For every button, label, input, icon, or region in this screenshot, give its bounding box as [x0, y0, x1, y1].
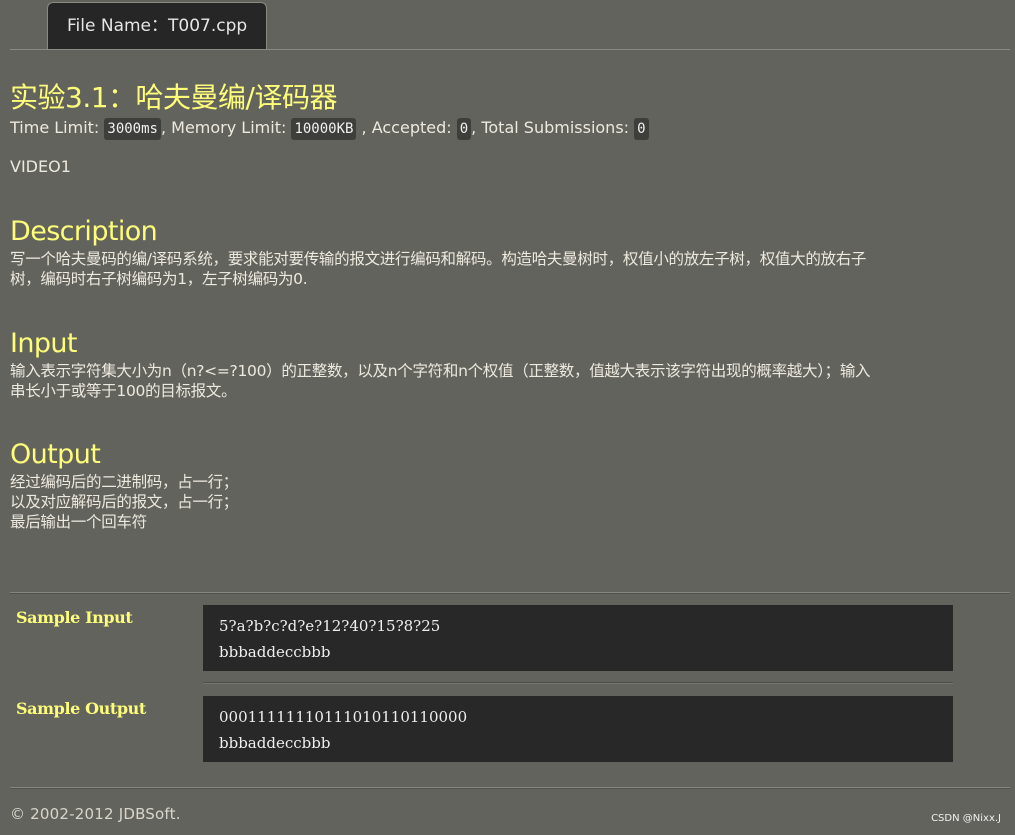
output-heading: Output: [10, 439, 101, 470]
output-line: 最后输出一个回车符: [10, 513, 147, 531]
total-submissions-value: 0: [634, 118, 649, 140]
accepted-value: 0: [456, 118, 472, 140]
sample-input-line: bbbaddeccbbb: [219, 643, 331, 661]
description-section: Description 写一个哈夫曼码的编/译码系统，要求能对要传输的报文进行编…: [10, 215, 1010, 289]
sample-separator: [203, 682, 953, 684]
description-text: 写一个哈夫曼码的编/译码系统，要求能对要传输的报文进行编码和解码。构造哈夫曼树时…: [10, 249, 1010, 289]
footer-divider: [10, 787, 1010, 789]
total-submissions-label: , Total Submissions:: [471, 118, 635, 137]
input-heading: Input: [10, 328, 78, 359]
output-section: Output 经过编码后的二进制码，占一行； 以及对应解码后的报文，占一行； 最…: [10, 438, 1010, 532]
sample-output-line: 00011111110111010110110000: [219, 708, 468, 726]
description-heading: Description: [10, 216, 158, 247]
description-line: 写一个哈夫曼码的编/译码系统，要求能对要传输的报文进行编码和解码。构造哈夫曼树时…: [10, 250, 867, 268]
samples-top-divider: [10, 592, 1010, 594]
input-line: 串长小于或等于100的目标报文。: [10, 382, 237, 400]
memory-limit-value: 10000KB: [291, 118, 357, 140]
problem-content: 实验3.1：哈夫曼编/译码器 Time Limit: 3000ms, Memor…: [10, 78, 1010, 532]
description-line: 树，编码时右子树编码为1，左子树编码为0.: [10, 270, 308, 288]
time-limit-value: 3000ms: [104, 118, 161, 140]
footer-copyright: © 2002-2012 JDBSoft.: [10, 805, 181, 823]
sample-input-line: 5?a?b?c?d?e?12?40?15?8?25: [219, 617, 441, 635]
problem-title: 实验3.1：哈夫曼编/译码器: [10, 81, 337, 114]
sample-output-label: Sample Output: [16, 699, 146, 718]
sample-output-line: bbbaddeccbbb: [219, 734, 331, 752]
output-text: 经过编码后的二进制码，占一行； 以及对应解码后的报文，占一行； 最后输出一个回车…: [10, 472, 1010, 532]
tab-bar: File Name：T007.cpp: [0, 0, 1010, 51]
sample-input-label: Sample Input: [16, 608, 133, 627]
sample-output-box[interactable]: 00011111110111010110110000 bbbaddeccbbb: [203, 696, 953, 762]
input-line: 输入表示字符集大小为n（n?<=?100）的正整数，以及n个字符和n个权值（正整…: [10, 362, 871, 380]
input-section: Input 输入表示字符集大小为n（n?<=?100）的正整数，以及n个字符和n…: [10, 327, 1010, 401]
tab-bar-divider: [10, 49, 1010, 50]
tab-file-name[interactable]: File Name：T007.cpp: [47, 2, 268, 49]
problem-limits: Time Limit: 3000ms, Memory Limit: 10000K…: [10, 116, 1010, 140]
output-line: 以及对应解码后的报文，占一行；: [10, 493, 239, 511]
output-line: 经过编码后的二进制码，占一行；: [10, 473, 239, 491]
memory-limit-label: , Memory Limit:: [160, 118, 292, 137]
input-text: 输入表示字符集大小为n（n?<=?100）的正整数，以及n个字符和n个权值（正整…: [10, 361, 1010, 401]
time-limit-label: Time Limit:: [10, 118, 105, 137]
sample-input-box[interactable]: 5?a?b?c?d?e?12?40?15?8?25 bbbaddeccbbb: [203, 605, 953, 671]
accepted-label: , Accepted:: [356, 118, 457, 137]
problem-source: VIDEO1: [10, 157, 71, 176]
watermark: CSDN @Nixx.J: [931, 813, 1001, 824]
